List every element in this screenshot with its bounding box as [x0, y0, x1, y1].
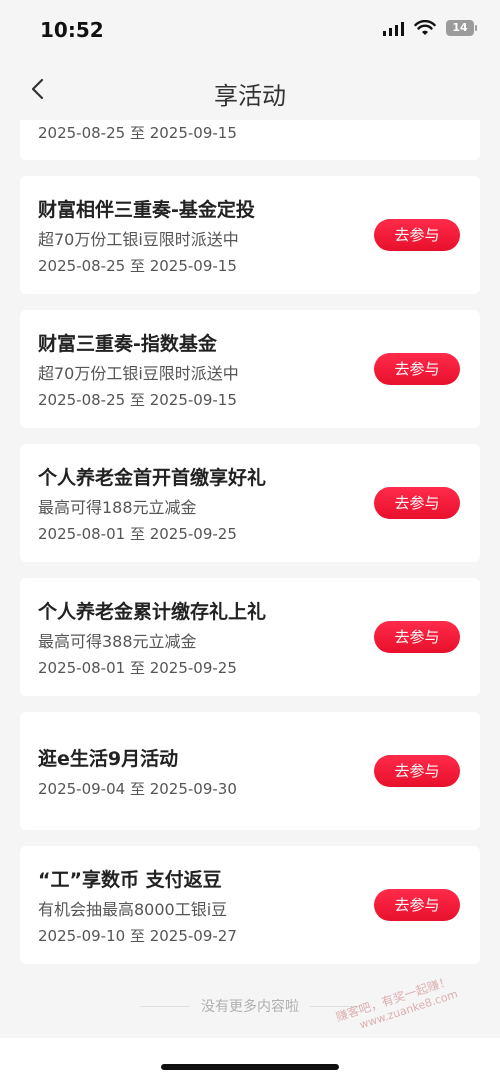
activity-subtitle: 有机会抽最高8000工银i豆 [38, 900, 228, 919]
activity-card[interactable]: 财富三重奏-指数基金 超70万份工银i豆限时派送中 2025-08-25 至 2… [20, 310, 480, 428]
activity-subtitle: 超70万份工银i豆限时派送中 [38, 230, 239, 249]
activity-card[interactable]: 个人养老金首开首缴享好礼 最高可得188元立减金 2025-08-01 至 20… [20, 444, 480, 562]
activity-title: 个人养老金累计缴存礼上礼 [38, 601, 267, 623]
home-indicator[interactable] [161, 1064, 339, 1070]
activity-subtitle: 超70万份工银i豆限时派送中 [38, 364, 239, 383]
activity-card[interactable]: 逛e生活9月活动 2025-09-04 至 2025-09-30 去参与 [20, 712, 480, 830]
activity-date: 2025-08-25 至 2025-09-15 [38, 124, 237, 142]
battery-icon: 14 [446, 20, 477, 36]
activity-title: 逛e生活9月活动 [38, 748, 179, 770]
activity-card[interactable]: “工”享数币 支付返豆 有机会抽最高8000工银i豆 2025-09-10 至 … [20, 846, 480, 964]
page-title: 享活动 [214, 82, 286, 110]
bottom-safe-area [0, 1038, 500, 1083]
activity-title: 财富相伴三重奏-基金定投 [38, 199, 255, 221]
signal-icon [383, 20, 404, 36]
activity-date: 2025-08-25 至 2025-09-15 [38, 391, 237, 409]
activity-list[interactable]: 2025-08-25 至 2025-09-15 财富相伴三重奏-基金定投 超70… [0, 120, 500, 1038]
activity-title: “工”享数币 支付返豆 [38, 869, 222, 891]
activity-title: 个人养老金首开首缴享好礼 [38, 467, 267, 489]
status-time: 10:52 [40, 18, 104, 42]
nav-bar: 享活动 [0, 62, 500, 120]
activity-date: 2025-08-25 至 2025-09-15 [38, 257, 237, 275]
join-button[interactable]: 去参与 [374, 889, 460, 921]
status-icons: 14 [383, 20, 477, 36]
activity-subtitle: 最高可得188元立减金 [38, 498, 197, 517]
activity-date: 2025-09-10 至 2025-09-27 [38, 927, 237, 945]
activity-title: 财富三重奏-指数基金 [38, 333, 217, 355]
status-bar: 10:52 14 [0, 0, 500, 62]
activity-card[interactable]: 个人养老金累计缴存礼上礼 最高可得388元立减金 2025-08-01 至 20… [20, 578, 480, 696]
wifi-icon [414, 20, 436, 35]
activity-date: 2025-08-01 至 2025-09-25 [38, 525, 237, 543]
join-button[interactable]: 去参与 [374, 353, 460, 385]
activity-subtitle: 最高可得388元立减金 [38, 632, 197, 651]
join-button[interactable]: 去参与 [374, 621, 460, 653]
activity-date: 2025-09-04 至 2025-09-30 [38, 780, 237, 798]
join-button[interactable]: 去参与 [374, 755, 460, 787]
activity-card[interactable]: 财富相伴三重奏-基金定投 超70万份工银i豆限时派送中 2025-08-25 至… [20, 176, 480, 294]
activity-date: 2025-08-01 至 2025-09-25 [38, 659, 237, 677]
join-button[interactable]: 去参与 [374, 219, 460, 251]
activity-card[interactable]: 2025-08-25 至 2025-09-15 [20, 120, 480, 160]
join-button[interactable]: 去参与 [374, 487, 460, 519]
